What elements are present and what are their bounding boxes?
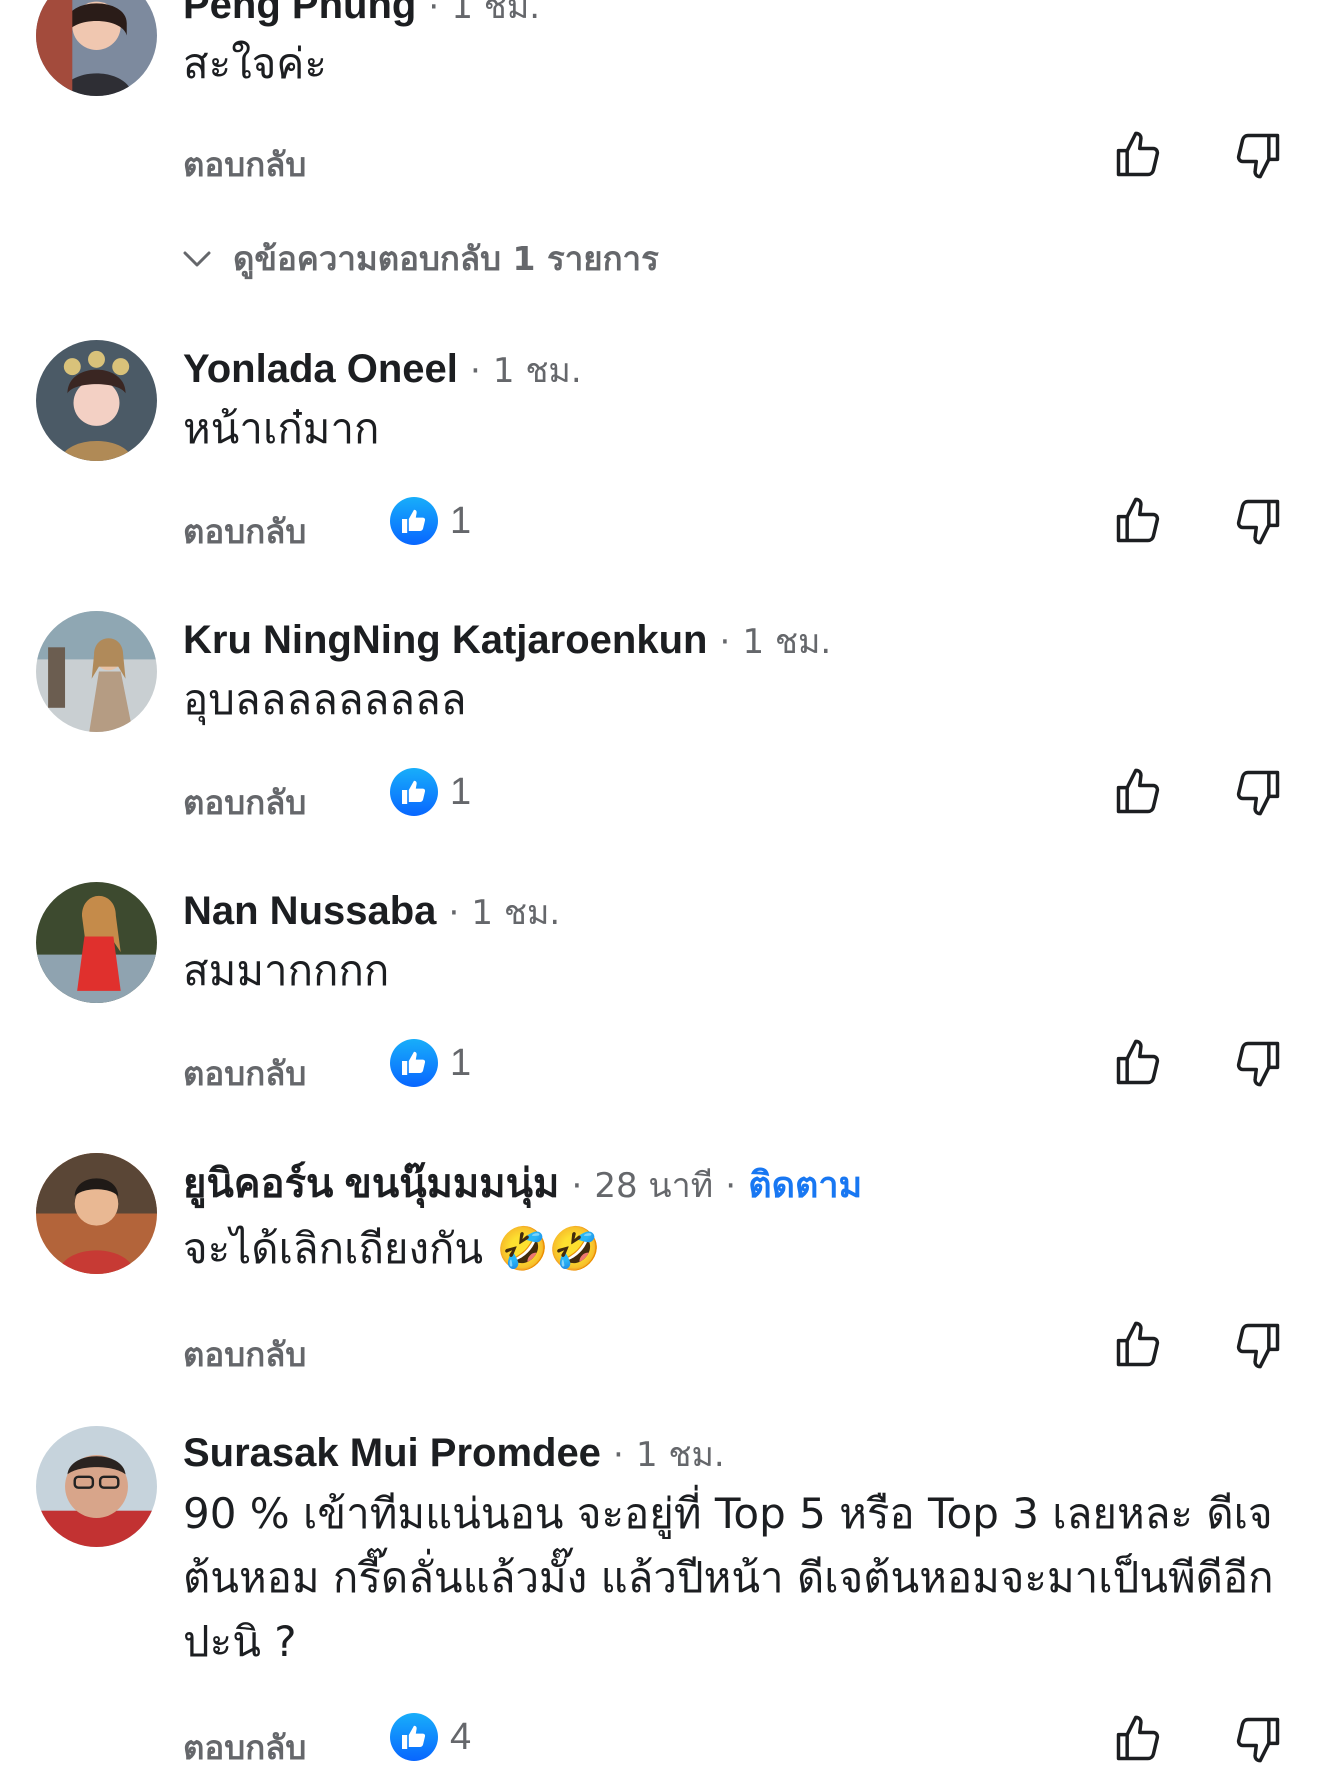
- like-summary[interactable]: 1: [390, 1039, 471, 1087]
- avatar[interactable]: [36, 1426, 157, 1547]
- comment-text: หน้าเก๋มาก: [183, 404, 380, 453]
- comment-header: Peng Phung · 1 ชม.: [183, 0, 540, 30]
- timestamp: 1 ชม.: [635, 1435, 725, 1475]
- like-summary[interactable]: 1: [390, 497, 471, 545]
- thumbs-up-icon[interactable]: [1112, 495, 1164, 547]
- avatar[interactable]: [36, 340, 157, 461]
- author-name[interactable]: Peng Phung: [183, 0, 416, 27]
- timestamp: 1 ชม.: [742, 622, 832, 662]
- like-summary[interactable]: 1: [390, 768, 471, 816]
- comment-text: จะได้เลิกเถียงกัน 🤣🤣: [183, 1224, 602, 1273]
- thumbs-up-icon[interactable]: [1112, 766, 1164, 818]
- comment-text: อุบลลลลลลลลล: [183, 675, 467, 724]
- reply-button[interactable]: ตอบกลับ: [183, 138, 306, 191]
- like-count: 1: [450, 499, 472, 542]
- separator-dot: ·: [448, 893, 460, 933]
- thumbs-up-icon[interactable]: [1112, 129, 1164, 181]
- thumbs-down-icon[interactable]: [1232, 766, 1284, 818]
- author-name[interactable]: Nan Nussaba: [183, 889, 436, 933]
- comment-header: ยูนิคอร์น ขนนุ๊มมมนุ่ม · 28 นาที · ติดตา…: [183, 1161, 862, 1209]
- timestamp: 1 ชม.: [451, 0, 541, 27]
- like-count: 4: [450, 1715, 472, 1758]
- follow-button[interactable]: ติดตาม: [748, 1165, 862, 1206]
- separator-dot: ·: [428, 0, 440, 27]
- like-badge-icon: [390, 497, 438, 545]
- like-summary[interactable]: 4: [390, 1713, 471, 1761]
- thumbs-up-icon[interactable]: [1112, 1037, 1164, 1089]
- author-name[interactable]: Surasak Mui Promdee: [183, 1431, 601, 1475]
- like-count: 1: [450, 1041, 472, 1084]
- like-count: 1: [450, 770, 472, 813]
- comment-header: Nan Nussaba · 1 ชม.: [183, 888, 560, 936]
- comment-header: Yonlada Oneel · 1 ชม.: [183, 346, 582, 394]
- separator-dot: ·: [725, 1166, 737, 1206]
- timestamp: 28 นาที: [594, 1166, 714, 1206]
- author-name[interactable]: ยูนิคอร์น ขนนุ๊มมมนุ่ม: [183, 1162, 559, 1206]
- thumbs-up-icon[interactable]: [1112, 1319, 1164, 1371]
- thumbs-down-icon[interactable]: [1232, 129, 1284, 181]
- timestamp: 1 ชม.: [492, 351, 582, 391]
- comment-text: สมมากกกก: [183, 946, 390, 995]
- reply-button[interactable]: ตอบกลับ: [183, 1047, 306, 1100]
- reply-button[interactable]: ตอบกลับ: [183, 505, 306, 558]
- avatar[interactable]: [36, 0, 157, 96]
- chevron-down-icon: [183, 251, 211, 266]
- thumbs-down-icon[interactable]: [1232, 495, 1284, 547]
- separator-dot: ·: [469, 351, 481, 391]
- like-badge-icon: [390, 768, 438, 816]
- thumbs-down-icon[interactable]: [1232, 1037, 1284, 1089]
- thumbs-down-icon[interactable]: [1232, 1713, 1284, 1765]
- like-badge-icon: [390, 1039, 438, 1087]
- avatar[interactable]: [36, 1153, 157, 1274]
- avatar[interactable]: [36, 611, 157, 732]
- comment-text: 90 % เข้าทีมแน่นอน จะอยู่ที่ Top 5 หรือ …: [183, 1489, 1274, 1666]
- author-name[interactable]: Yonlada Oneel: [183, 347, 458, 391]
- comment-header: Kru NingNing Katjaroenkun · 1 ชม.: [183, 617, 831, 665]
- timestamp: 1 ชม.: [471, 893, 561, 933]
- separator-dot: ·: [719, 622, 731, 662]
- comment-text: สะใจค่ะ: [183, 39, 327, 88]
- separator-dot: ·: [571, 1166, 583, 1206]
- separator-dot: ·: [613, 1435, 624, 1475]
- author-name[interactable]: Kru NingNing Katjaroenkun: [183, 618, 707, 662]
- comment-header: Surasak Mui Promdee · 1 ชม.: [183, 1430, 725, 1478]
- reply-button[interactable]: ตอบกลับ: [183, 1721, 306, 1774]
- view-replies-label: ดูข้อความตอบกลับ 1 รายการ: [233, 239, 659, 278]
- thumbs-up-icon[interactable]: [1112, 1713, 1164, 1765]
- avatar[interactable]: [36, 882, 157, 1003]
- view-replies-button[interactable]: ดูข้อความตอบกลับ 1 รายการ: [183, 232, 659, 285]
- like-badge-icon: [390, 1713, 438, 1761]
- reply-button[interactable]: ตอบกลับ: [183, 1328, 306, 1381]
- reply-button[interactable]: ตอบกลับ: [183, 776, 306, 829]
- thumbs-down-icon[interactable]: [1232, 1319, 1284, 1371]
